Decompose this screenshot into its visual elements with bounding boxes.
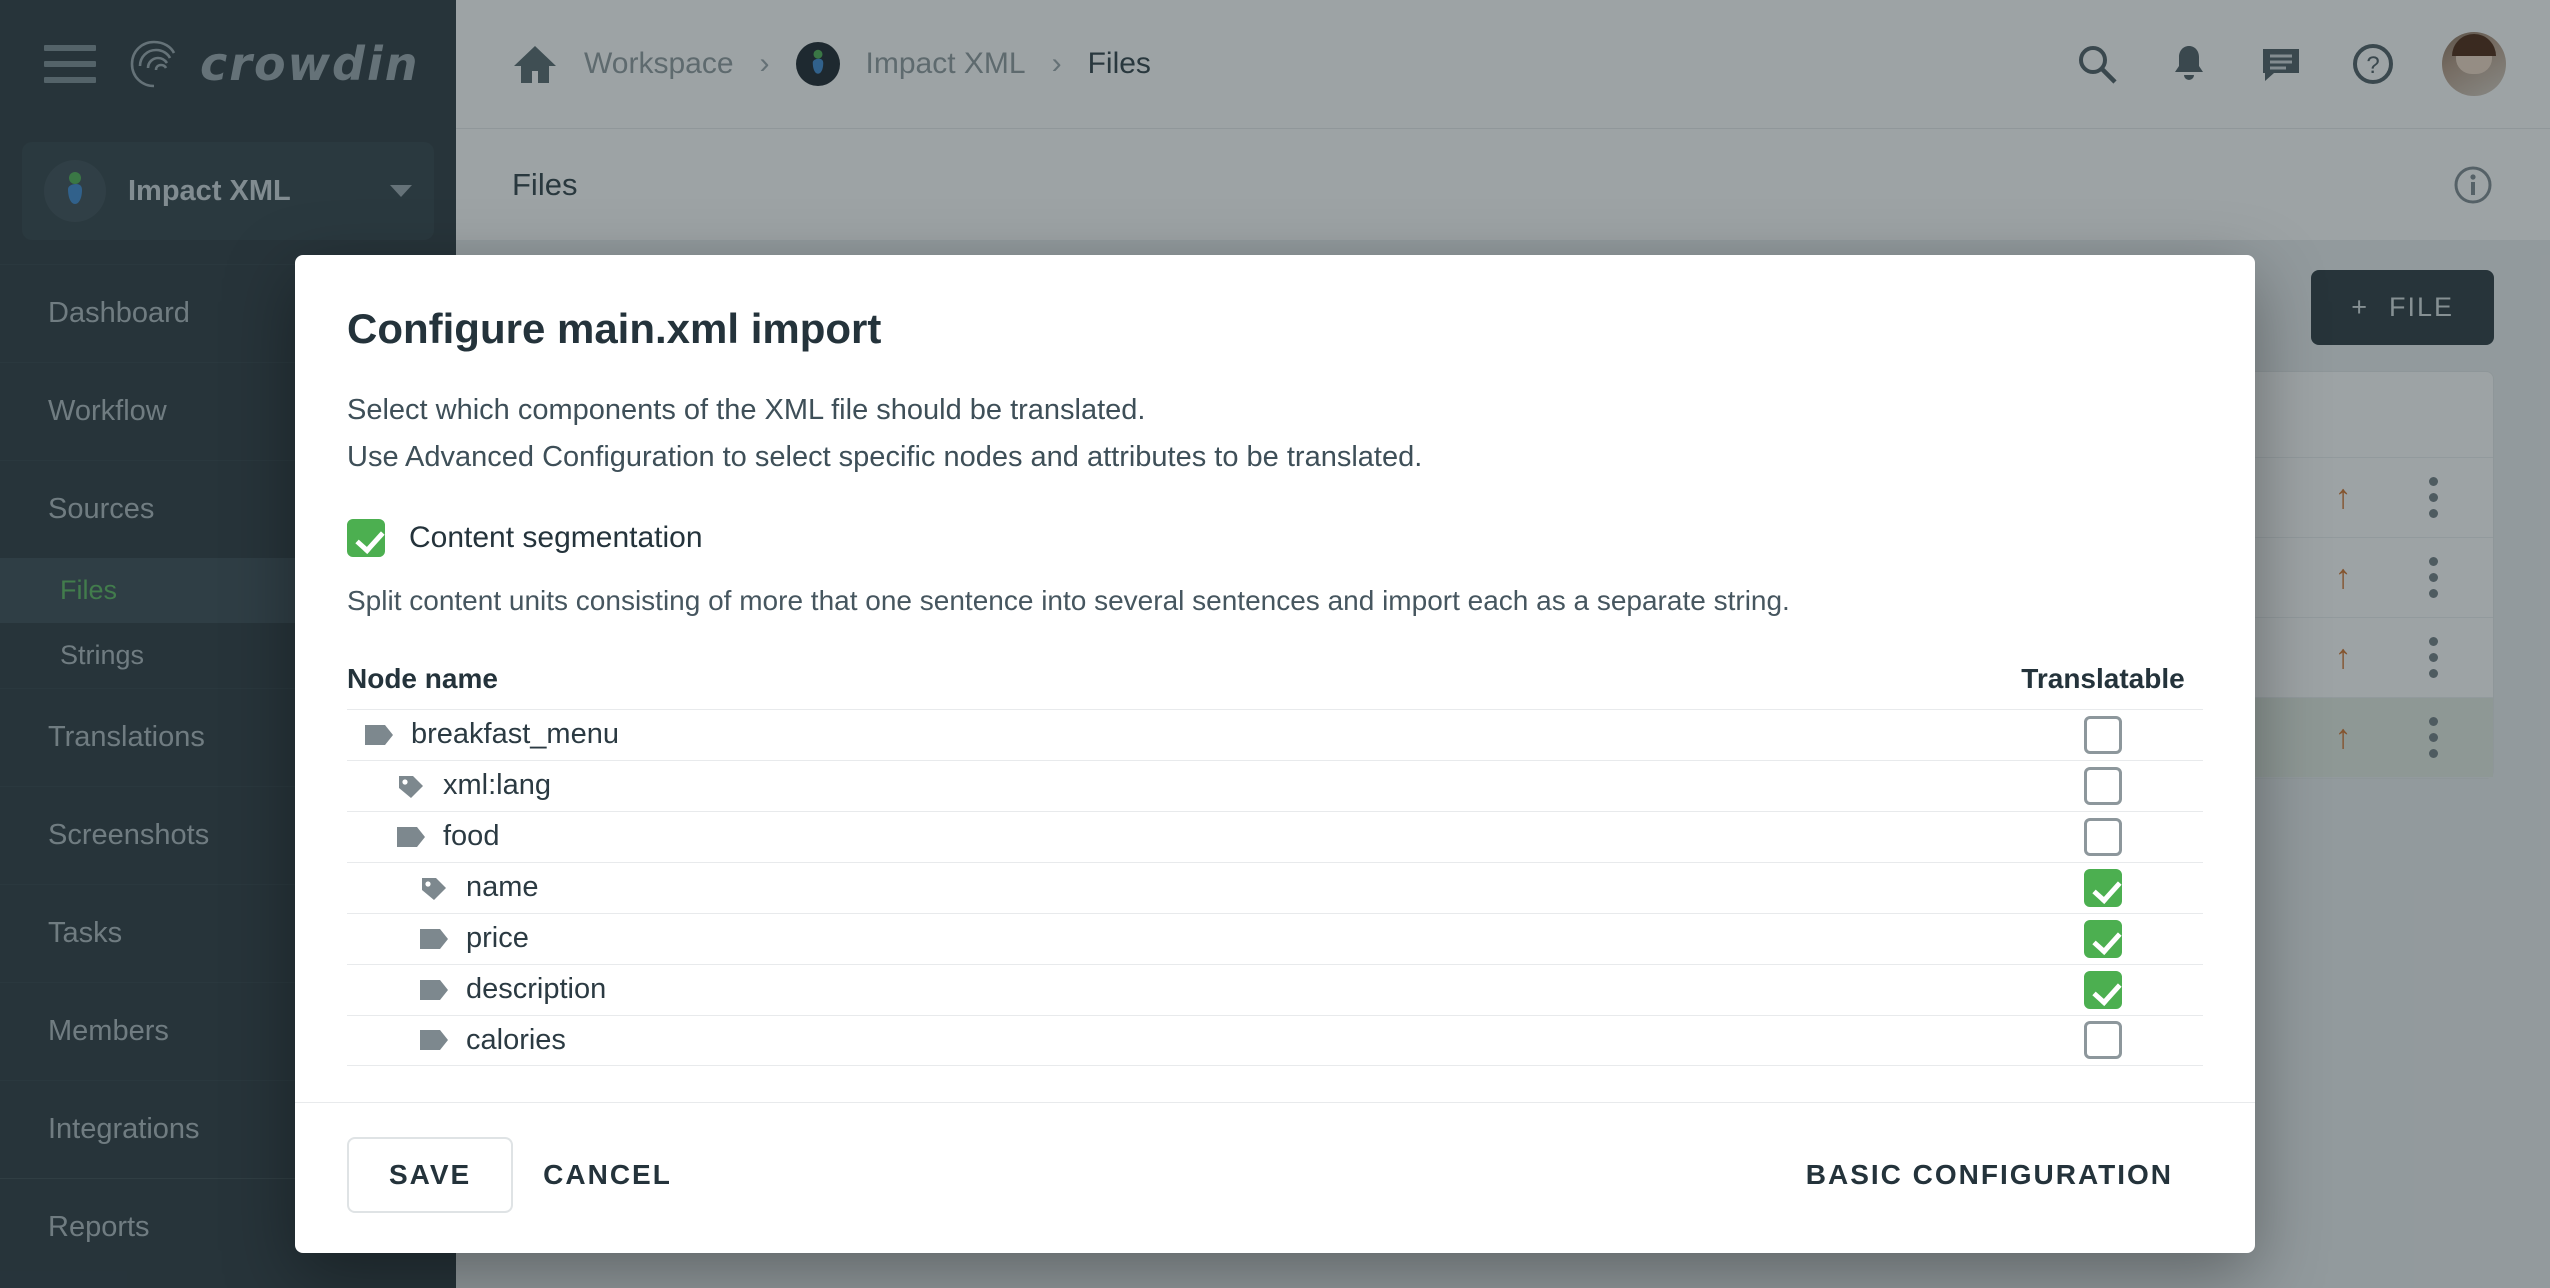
node-name: breakfast_menu (411, 718, 619, 751)
translatable-checkbox[interactable] (2084, 766, 2122, 805)
dialog-description-line2: Use Advanced Configuration to select spe… (347, 440, 1423, 473)
translatable-checkbox[interactable] (2084, 817, 2122, 856)
column-header-translatable: Translatable (2021, 662, 2185, 694)
dialog-body: Configure main.xml import Select which c… (295, 255, 2255, 1066)
dialog-footer: SAVE CANCEL BASIC CONFIGURATION (295, 1101, 2255, 1253)
node-name: food (443, 820, 500, 853)
content-segmentation-checkbox[interactable] (347, 518, 385, 557)
node-tag-icon (397, 826, 425, 847)
content-segmentation-label: Content segmentation (409, 520, 703, 554)
configure-import-dialog: Configure main.xml import Select which c… (295, 255, 2255, 1253)
content-segmentation-row: Content segmentation (347, 518, 2203, 557)
node-name: name (466, 871, 539, 904)
translatable-checkbox[interactable] (2084, 970, 2122, 1009)
node-tag-icon (420, 979, 448, 1000)
translatable-checkbox[interactable] (2084, 919, 2122, 958)
node-row-name[interactable]: name (347, 861, 2203, 913)
translatable-checkbox[interactable] (2084, 715, 2122, 754)
content-segmentation-help: Split content units consisting of more t… (347, 584, 1790, 616)
node-row-xml-lang[interactable]: xml:lang (347, 759, 2203, 811)
translatable-checkbox[interactable] (2084, 1021, 2122, 1060)
node-tag-icon (420, 1030, 448, 1051)
node-table-header: Node name Translatable (347, 663, 2203, 709)
node-row-breakfast-menu[interactable]: breakfast_menu (347, 708, 2203, 760)
attribute-tag-icon (399, 775, 423, 798)
node-name: price (466, 922, 529, 955)
attribute-tag-icon (422, 877, 446, 900)
node-row-calories[interactable]: calories (347, 1014, 2203, 1066)
node-tag-icon (365, 724, 393, 745)
dialog-title: Configure main.xml import (347, 305, 882, 352)
column-header-node-name: Node name (347, 662, 498, 694)
translatable-checkbox[interactable] (2084, 868, 2122, 907)
node-name: xml:lang (443, 769, 551, 802)
node-table: Node name Translatable breakfast_menu xm… (347, 663, 2203, 1066)
node-tag-icon (420, 928, 448, 949)
node-name: description (466, 973, 607, 1006)
cancel-button[interactable]: CANCEL (513, 1139, 702, 1211)
node-row-description[interactable]: description (347, 963, 2203, 1015)
node-row-food[interactable]: food (347, 810, 2203, 862)
save-button[interactable]: SAVE (347, 1136, 514, 1213)
dialog-description-line1: Select which components of the XML file … (347, 394, 1146, 426)
node-row-price[interactable]: price (347, 912, 2203, 964)
node-name: calories (466, 1023, 566, 1056)
dialog-description: Select which components of the XML file … (347, 387, 2203, 481)
basic-configuration-button[interactable]: BASIC CONFIGURATION (1776, 1139, 2203, 1211)
